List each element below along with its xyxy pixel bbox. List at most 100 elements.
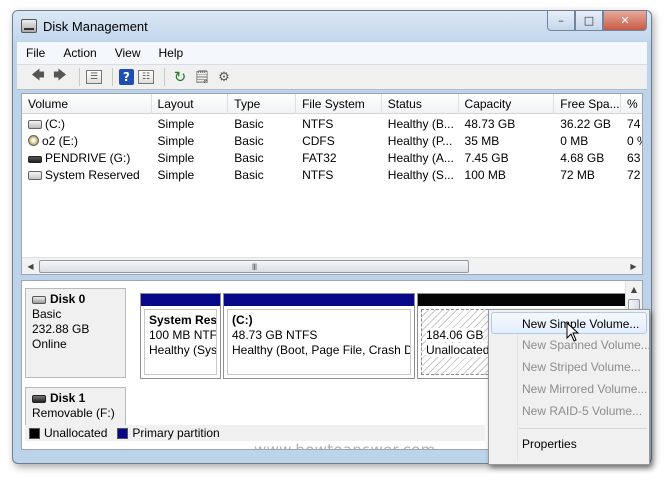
disk-type: Removable (F:) <box>32 406 115 420</box>
back-arrow-icon[interactable]: 🡄 <box>29 68 47 86</box>
volume-cell: o2 (E:) <box>22 134 152 148</box>
capacity-cell: 7.45 GB <box>464 150 509 165</box>
free-space-cell: 72 MB <box>560 167 595 182</box>
layout-cell: Simple <box>157 150 195 165</box>
type-cell: Basic <box>234 167 264 182</box>
table-row[interactable]: System Reserved Simple Basic NTFS Health… <box>22 166 642 183</box>
file-system-cell: CDFS <box>302 133 335 148</box>
column-header-status[interactable]: Status <box>382 94 459 114</box>
scroll-right-icon[interactable]: ▶ <box>625 258 642 275</box>
hard-disk-icon <box>32 295 46 304</box>
disk-type: Basic <box>32 307 62 321</box>
legend-label: Primary partition <box>132 426 220 440</box>
toolbar: 🡄 🡆 ☰ ? ☷ ↻ 🗒 ⚙ <box>17 64 647 90</box>
menu-view[interactable]: View <box>106 46 150 60</box>
forward-arrow-icon[interactable]: 🡆 <box>51 68 69 86</box>
file-system-cell: NTFS <box>302 167 334 182</box>
primary-partition-swatch <box>117 427 129 439</box>
show-hide-tree-icon[interactable]: ☰ <box>86 70 102 84</box>
volume-cell: (C:) <box>22 117 152 131</box>
disk-settings-icon[interactable]: ⚙ <box>215 68 233 86</box>
column-header-volume[interactable]: Volume <box>22 94 152 114</box>
table-row[interactable]: PENDRIVE (G:) Simple Basic FAT32 Healthy… <box>22 149 642 166</box>
column-header-free-space[interactable]: Free Spa... <box>554 94 622 114</box>
status-cell: Healthy (B... <box>387 116 454 131</box>
capacity-cell: 100 MB <box>464 167 506 182</box>
usb-drive-icon <box>28 155 42 163</box>
file-system-cell: NTFS <box>302 116 334 131</box>
toolbar-separator <box>164 68 165 86</box>
refresh-icon[interactable]: ↻ <box>171 68 189 86</box>
column-header-type[interactable]: Type <box>228 94 297 114</box>
window-title: Disk Management <box>43 19 148 34</box>
type-cell: Basic <box>234 116 264 131</box>
properties-grid-icon[interactable]: ☷ <box>138 70 154 84</box>
layout-cell: Simple <box>157 116 195 131</box>
menu-help[interactable]: Help <box>150 46 193 60</box>
layout-cell: Simple <box>157 133 195 148</box>
column-header-layout[interactable]: Layout <box>152 94 229 114</box>
percent-free-cell: 63 <box>627 150 641 165</box>
menu-action[interactable]: Action <box>54 46 105 60</box>
partition-body: (C:) 48.73 GB NTFS Healthy (Boot, Page F… <box>227 309 411 375</box>
close-button[interactable]: ✕ <box>603 11 647 31</box>
column-header-capacity[interactable]: Capacity <box>459 94 555 114</box>
toolbar-separator <box>79 68 80 86</box>
free-space-cell: 0 MB <box>560 133 589 148</box>
caption-buttons: – □ ✕ <box>547 11 647 31</box>
volume-name: PENDRIVE (G:) <box>45 150 131 165</box>
volume-list-rows: (C:) Simple Basic NTFS Healthy (B... 48.… <box>22 115 642 183</box>
partition-size: 100 MB NTFS <box>149 328 217 342</box>
horizontal-scroll-thumb[interactable]: III <box>39 260 469 273</box>
status-cell: Healthy (A... <box>387 150 454 165</box>
volume-cell: PENDRIVE (G:) <box>22 151 152 165</box>
minimize-button[interactable]: – <box>547 11 575 31</box>
menu-bar: File Action View Help <box>17 42 647 64</box>
menu-new-raid5-volume[interactable]: New RAID-5 Volume... <box>489 400 649 422</box>
free-space-cell: 4.68 GB <box>560 150 605 165</box>
watermark: www.howtoanswer.com <box>254 441 436 450</box>
partition-size: 48.73 GB NTFS <box>232 328 318 342</box>
capacity-cell: 48.73 GB <box>464 116 516 131</box>
table-row[interactable]: o2 (E:) Simple Basic CDFS Healthy (P... … <box>22 132 642 149</box>
menu-new-mirrored-volume[interactable]: New Mirrored Volume... <box>489 378 649 400</box>
menu-file[interactable]: File <box>17 46 54 60</box>
volume-name: System Reserved <box>45 167 140 182</box>
disk-status: Online <box>32 337 67 351</box>
menu-properties[interactable]: Properties <box>489 433 649 455</box>
partition-system-reserved[interactable]: System Rese 100 MB NTFS Healthy (Syst <box>140 293 221 379</box>
column-header-percent-free[interactable]: % F <box>621 94 642 114</box>
disk-management-app-icon[interactable] <box>21 19 37 33</box>
column-header-file-system[interactable]: File System <box>296 94 382 114</box>
partition-body: System Rese 100 MB NTFS Healthy (Syst <box>144 309 217 375</box>
mouse-cursor-icon <box>566 322 580 342</box>
file-system-cell: FAT32 <box>302 150 337 165</box>
percent-free-cell: 0 % <box>627 133 642 148</box>
free-space-cell: 36.22 GB <box>560 116 611 131</box>
type-cell: Basic <box>234 150 264 165</box>
table-row[interactable]: (C:) Simple Basic NTFS Healthy (B... 48.… <box>22 115 642 132</box>
help-icon[interactable]: ? <box>119 69 134 85</box>
hard-disk-icon <box>28 170 42 180</box>
volume-cell: System Reserved <box>22 168 152 182</box>
menu-new-striped-volume[interactable]: New Striped Volume... <box>489 356 649 378</box>
title-bar[interactable]: Disk Management – □ ✕ <box>13 11 651 41</box>
maximize-button[interactable]: □ <box>575 11 603 31</box>
unallocated-bar <box>418 294 636 306</box>
type-cell: Basic <box>234 133 264 148</box>
scroll-up-icon[interactable]: ▲ <box>626 281 642 298</box>
horizontal-scrollbar[interactable]: ◀ III ▶ <box>22 257 642 274</box>
volume-list: Volume Layout Type File System Status Ca… <box>21 93 643 275</box>
toolbar-separator <box>112 68 113 86</box>
primary-partition-bar <box>141 294 220 306</box>
export-list-icon[interactable]: 🗒 <box>193 68 211 86</box>
disk-0-label[interactable]: Disk 0 Basic 232.88 GB Online <box>25 288 126 378</box>
layout-cell: Simple <box>157 167 195 182</box>
legend: Unallocated Primary partition <box>25 425 485 441</box>
partition-c-drive[interactable]: (C:) 48.73 GB NTFS Healthy (Boot, Page F… <box>223 293 415 379</box>
scroll-left-icon[interactable]: ◀ <box>22 258 39 275</box>
disk-name: Disk 0 <box>50 292 86 306</box>
primary-partition-bar <box>224 294 414 306</box>
hard-disk-icon <box>28 119 42 129</box>
percent-free-cell: 72 <box>627 167 641 182</box>
